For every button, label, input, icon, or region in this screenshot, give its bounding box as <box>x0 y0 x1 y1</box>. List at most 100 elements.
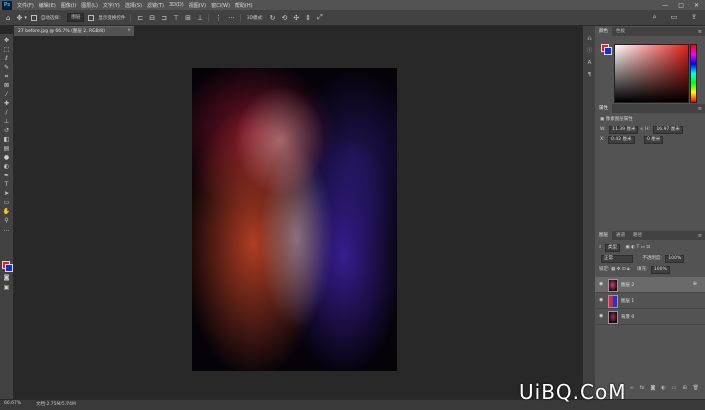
canvas-image-glitch-portrait[interactable] <box>192 68 397 371</box>
paragraph-panel-icon[interactable]: ¶ <box>586 72 593 78</box>
layer-name[interactable]: 背景 0 <box>621 314 634 320</box>
type-tool-icon[interactable]: T <box>2 181 11 188</box>
panel-menu-icon[interactable]: ≡ <box>698 29 702 35</box>
menu-filter[interactable]: 滤镜(T) <box>147 2 164 9</box>
status-arrow-icon[interactable]: › <box>66 401 68 406</box>
color-saturation-field[interactable] <box>614 44 689 103</box>
character-panel-icon[interactable]: A <box>586 60 593 66</box>
menu-type[interactable]: 文字(Y) <box>103 2 120 9</box>
filter-adjust-icon[interactable]: ◐ <box>631 245 635 250</box>
align-center-icon[interactable]: ⊟ <box>149 14 155 22</box>
gradient-tool-icon[interactable]: ▤ <box>2 145 11 152</box>
menu-file[interactable]: 文件(F) <box>17 2 34 9</box>
hue-slider[interactable] <box>690 44 697 103</box>
visibility-eye-icon[interactable]: ◉ <box>599 282 605 287</box>
quick-select-tool-icon[interactable]: ✎ <box>2 64 11 71</box>
zoom-level[interactable]: 66.67% <box>4 401 21 406</box>
move-tool-icon[interactable]: ✥ <box>16 14 22 22</box>
path-select-icon[interactable]: ➤ <box>2 190 11 197</box>
folder-icon[interactable]: ▭ <box>672 385 677 395</box>
menu-3d[interactable]: 3D(D) <box>169 2 184 8</box>
rectangle-tool-icon[interactable]: ▭ <box>2 199 11 206</box>
tab-swatches[interactable]: 色板 <box>612 27 629 36</box>
visibility-eye-icon[interactable]: ◉ <box>599 314 605 319</box>
healing-brush-icon[interactable]: ✚ <box>2 100 11 107</box>
eraser-tool-icon[interactable]: ◧ <box>2 136 11 143</box>
height-field[interactable]: 16.97 厘米 <box>653 126 683 134</box>
menu-layer[interactable]: 图层(L) <box>81 2 98 9</box>
layer-row[interactable]: ◉ 图层 1 <box>595 293 705 309</box>
show-transform-checkbox[interactable] <box>88 14 95 21</box>
3d-rotate-icon[interactable]: ↻ <box>270 14 276 22</box>
align-bottom-icon[interactable]: ⊥ <box>197 14 203 22</box>
x-field[interactable]: 0.42 厘米 <box>608 136 635 144</box>
tab-properties[interactable]: 属性 <box>595 104 612 113</box>
zoom-tool-icon[interactable]: ⚲ <box>2 217 11 224</box>
align-right-icon[interactable]: ⊐ <box>161 14 167 22</box>
edit-toolbar-icon[interactable]: ··· <box>2 228 11 235</box>
brush-tool-icon[interactable]: ∕ <box>2 109 11 116</box>
distribute-icon[interactable]: ⋮ <box>215 14 222 22</box>
home-icon[interactable]: ⌂ <box>6 14 10 22</box>
document-info[interactable]: 文档:2.75M/5.74M <box>36 401 76 407</box>
y-field[interactable]: 0 厘米 <box>643 136 664 144</box>
document-tab[interactable]: 27 before.jpg @ 66.7% (图层 2, RGB/8) × <box>14 26 134 36</box>
menu-window[interactable]: 窗口(W) <box>211 2 230 9</box>
width-field[interactable]: 11.39 厘米 <box>609 126 639 134</box>
blur-tool-icon[interactable]: ● <box>2 154 11 161</box>
align-left-icon[interactable]: ⊏ <box>137 14 143 22</box>
filter-pixel-icon[interactable]: ▣ <box>625 245 629 250</box>
close-window-button[interactable]: ✕ <box>694 2 699 9</box>
panel-menu-icon[interactable]: ≡ <box>698 106 702 112</box>
hand-tool-icon[interactable]: ✋ <box>2 208 11 215</box>
dodge-tool-icon[interactable]: ◐ <box>2 163 11 170</box>
eyedropper-tool-icon[interactable]: ⁄ <box>2 91 11 98</box>
menu-image[interactable]: 图像(I) <box>61 2 76 9</box>
link-icon[interactable]: ∞ <box>640 127 644 132</box>
history-brush-icon[interactable]: ↺ <box>2 127 11 134</box>
history-panel-icon[interactable]: ⎌ <box>586 36 593 42</box>
lock-all-icon[interactable]: 🔒︎ <box>627 267 629 272</box>
clone-stamp-icon[interactable]: ⊥ <box>2 118 11 125</box>
tab-channels[interactable]: 通道 <box>612 231 629 240</box>
close-icon[interactable]: × <box>127 28 131 33</box>
menu-select[interactable]: 选择(S) <box>125 2 142 9</box>
maximize-button[interactable]: □ <box>678 2 684 9</box>
menu-edit[interactable]: 编辑(E) <box>39 2 56 9</box>
lock-position-icon[interactable]: ✥ <box>617 267 621 272</box>
color-background-swatch[interactable] <box>604 47 612 55</box>
fx-icon[interactable]: fx <box>640 385 645 395</box>
minimize-button[interactable]: — <box>662 2 668 9</box>
screen-mode-icon[interactable]: ▣ <box>2 284 11 291</box>
menu-view[interactable]: 视图(V) <box>189 2 206 9</box>
crop-tool-icon[interactable]: ⌗ <box>2 73 11 80</box>
3d-roll-icon[interactable]: ⟲ <box>281 14 287 22</box>
marquee-tool-icon[interactable]: ⬚ <box>2 46 11 53</box>
tab-color[interactable]: 颜色 <box>595 27 612 36</box>
search-icon[interactable]: ⌕ <box>653 13 657 22</box>
visibility-eye-icon[interactable]: ◉ <box>599 298 605 303</box>
blend-mode-dropdown[interactable]: 正常 <box>601 255 633 263</box>
align-top-icon[interactable]: ⊤ <box>173 14 179 22</box>
quick-mask-icon[interactable]: ◙ <box>2 274 11 281</box>
lock-artboard-icon[interactable]: ⊡ <box>622 267 626 272</box>
fill-field[interactable]: 100% <box>650 266 670 274</box>
mask-icon[interactable]: ◙ <box>650 385 655 395</box>
layer-name[interactable]: 图层 2 <box>621 282 634 288</box>
layer-row[interactable]: ◉ 背景 0 <box>595 309 705 325</box>
filter-shape-icon[interactable]: ▭ <box>641 245 645 250</box>
move-tool-icon[interactable]: ✥ <box>2 37 11 44</box>
3d-scale-icon[interactable]: ⤢ <box>317 13 323 22</box>
new-layer-icon[interactable]: ⊞ <box>682 385 686 395</box>
lock-pixels-icon[interactable]: ▦ <box>611 267 615 272</box>
auto-select-checkbox[interactable] <box>30 14 37 21</box>
workspace-icon[interactable]: ▭ <box>671 13 678 22</box>
3d-drag-icon[interactable]: ✣ <box>293 14 299 22</box>
lasso-tool-icon[interactable]: ℓ <box>2 55 11 62</box>
tab-layers[interactable]: 图层 <box>595 231 612 240</box>
share-icon[interactable]: ⇪ <box>691 13 697 22</box>
background-color-swatch[interactable] <box>5 264 13 272</box>
tab-paths[interactable]: 路径 <box>629 231 646 240</box>
link-icon[interactable]: ∞ <box>630 385 634 395</box>
menu-help[interactable]: 帮助(H) <box>235 2 253 9</box>
